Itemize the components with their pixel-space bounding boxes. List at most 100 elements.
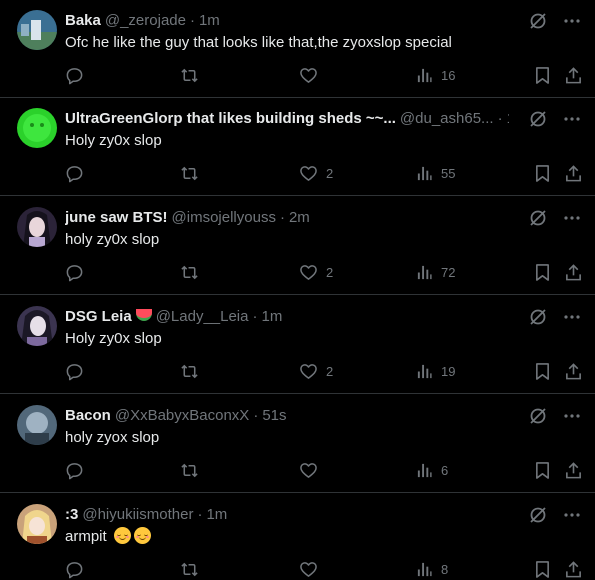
tweet[interactable]: UltraGreenGlorp that likes building shed…	[0, 98, 595, 196]
repost-button[interactable]	[180, 558, 199, 580]
user-handle[interactable]: @du_ash65...	[400, 110, 494, 127]
separator-dot: ·	[252, 308, 258, 325]
tweet-actions: 2 55	[0, 162, 595, 184]
tweet-actions: 6	[0, 459, 595, 481]
timestamp[interactable]: 1m	[199, 12, 220, 29]
display-name[interactable]: :3	[65, 506, 78, 523]
grok-icon[interactable]	[527, 405, 549, 427]
grok-icon[interactable]	[527, 10, 549, 32]
views-button[interactable]: 16	[416, 64, 455, 86]
user-handle[interactable]: @Lady__Leia	[156, 308, 249, 325]
tweet-text: armpit	[65, 527, 151, 547]
views-button[interactable]: 72	[416, 261, 455, 283]
like-count: 2	[326, 165, 334, 181]
grok-icon[interactable]	[527, 108, 549, 130]
tweet-text: Ofc he like the guy that looks like that…	[65, 34, 452, 51]
share-button[interactable]	[564, 64, 583, 86]
display-name[interactable]: Baka	[65, 12, 101, 29]
share-icon	[564, 263, 583, 282]
reply-button[interactable]	[65, 459, 84, 481]
more-icon[interactable]	[561, 306, 583, 328]
timestamp[interactable]: 1m	[507, 110, 509, 127]
display-name[interactable]: june saw BTS!	[65, 209, 168, 226]
reply-icon	[65, 164, 84, 183]
user-handle[interactable]: @XxBabyxBaconxX	[115, 407, 249, 424]
reply-button[interactable]	[65, 558, 84, 580]
avatar[interactable]	[17, 306, 57, 346]
timestamp[interactable]: 51s	[262, 407, 286, 424]
avatar[interactable]	[17, 207, 57, 247]
like-button[interactable]: 2	[299, 261, 333, 283]
timestamp[interactable]: 2m	[289, 209, 310, 226]
grok-icon[interactable]	[527, 306, 549, 328]
reply-button[interactable]	[65, 261, 84, 283]
like-button[interactable]: 2	[299, 162, 333, 184]
bookmark-button[interactable]	[534, 459, 551, 481]
views-button[interactable]: 19	[416, 360, 455, 382]
user-handle[interactable]: @_zerojade	[105, 12, 186, 29]
reply-button[interactable]	[65, 162, 84, 184]
like-button[interactable]	[299, 459, 318, 481]
repost-button[interactable]	[180, 162, 199, 184]
more-icon[interactable]	[561, 405, 583, 427]
bookmark-button[interactable]	[534, 558, 551, 580]
display-name[interactable]: UltraGreenGlorp that likes building shed…	[65, 110, 396, 127]
grok-icon[interactable]	[527, 504, 549, 526]
user-handle[interactable]: @hiyukiismother	[82, 506, 193, 523]
tweet-top-icons	[527, 10, 583, 32]
tweet-text: Holy zy0x slop	[65, 330, 162, 347]
share-button[interactable]	[564, 558, 583, 580]
grok-icon[interactable]	[527, 207, 549, 229]
like-count: 2	[326, 363, 334, 379]
repost-button[interactable]	[180, 261, 199, 283]
tweet-header: DSG Leia @Lady__Leia · 1m	[65, 307, 509, 327]
like-button[interactable]	[299, 558, 318, 580]
share-icon	[564, 164, 583, 183]
reply-button[interactable]	[65, 64, 84, 86]
repost-button[interactable]	[180, 360, 199, 382]
timestamp[interactable]: 1m	[206, 506, 227, 523]
tweet[interactable]: DSG Leia @Lady__Leia · 1m Holy zy0x slop 2 1…	[0, 296, 595, 394]
reply-button[interactable]	[65, 360, 84, 382]
bookmark-button[interactable]	[534, 261, 551, 283]
timestamp[interactable]: 1m	[262, 308, 283, 325]
repost-button[interactable]	[180, 64, 199, 86]
share-button[interactable]	[564, 162, 583, 184]
avatar[interactable]	[17, 10, 57, 50]
views-button[interactable]: 55	[416, 162, 455, 184]
tweet[interactable]: :3 @hiyukiismother · 1m armpit 8	[0, 494, 595, 579]
avatar[interactable]	[17, 504, 57, 544]
more-icon[interactable]	[561, 504, 583, 526]
avatar[interactable]	[17, 108, 57, 148]
share-icon	[564, 560, 583, 579]
views-button[interactable]: 6	[416, 459, 448, 481]
like-button[interactable]: 2	[299, 360, 333, 382]
repost-button[interactable]	[180, 459, 199, 481]
display-name[interactable]: Bacon	[65, 407, 111, 424]
tweet[interactable]: Baka @_zerojade · 1m Ofc he like the guy th…	[0, 0, 595, 98]
display-name[interactable]: DSG Leia	[65, 308, 132, 325]
more-icon[interactable]	[561, 10, 583, 32]
tweet[interactable]: june saw BTS! @imsojellyouss · 2m holy zy0x…	[0, 197, 595, 295]
avatar[interactable]	[17, 405, 57, 445]
tweet[interactable]: Bacon @XxBabyxBaconxX · 51s holy zyox slop …	[0, 395, 595, 493]
share-button[interactable]	[564, 261, 583, 283]
views-icon	[416, 67, 433, 84]
more-icon[interactable]	[561, 108, 583, 130]
bookmark-icon	[534, 461, 551, 480]
repost-icon	[180, 362, 199, 381]
share-button[interactable]	[564, 459, 583, 481]
views-button[interactable]: 8	[416, 558, 448, 580]
bookmark-button[interactable]	[534, 162, 551, 184]
user-handle[interactable]: @imsojellyouss	[172, 209, 276, 226]
repost-icon	[180, 66, 199, 85]
views-icon	[416, 462, 433, 479]
like-button[interactable]	[299, 64, 318, 86]
bookmark-button[interactable]	[534, 360, 551, 382]
share-button[interactable]	[564, 360, 583, 382]
more-icon[interactable]	[561, 207, 583, 229]
tweet-top-icons	[527, 405, 583, 427]
views-count: 19	[441, 363, 456, 379]
bookmark-button[interactable]	[534, 64, 551, 86]
watermelon-emoji	[135, 309, 152, 321]
